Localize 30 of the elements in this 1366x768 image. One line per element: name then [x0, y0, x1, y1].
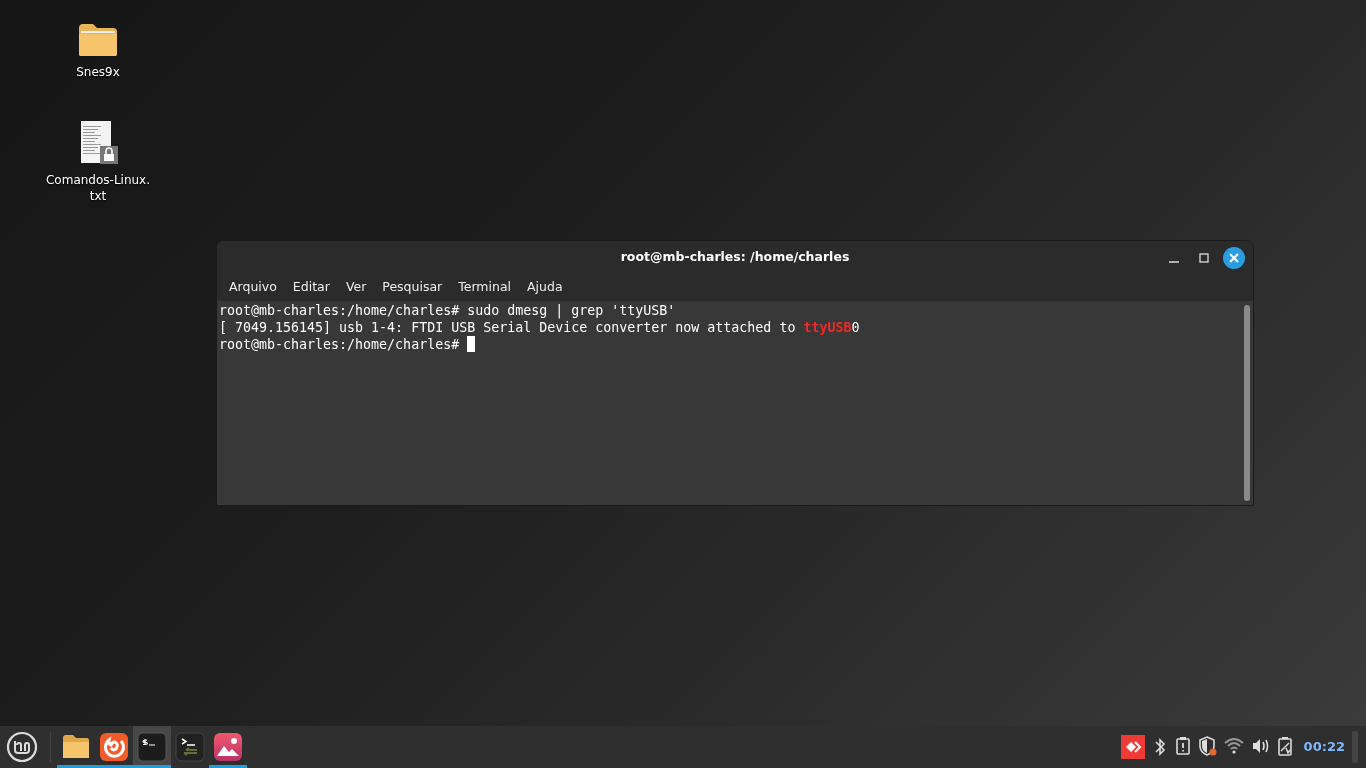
terminal-line: root@mb-charles:/home/charles# sudo dmesg | grep 'ttyUSB'	[219, 303, 676, 318]
terminal-arrows-icon	[175, 732, 205, 762]
tray-button[interactable]	[1276, 735, 1293, 759]
maximize-icon	[1198, 252, 1210, 264]
remote-desktop-icon	[1120, 735, 1145, 759]
shield-icon	[1197, 735, 1217, 759]
terminal-line: root@mb-charles:/home/charles#	[219, 337, 461, 352]
menu-item[interactable]: Ver	[337, 275, 375, 299]
tray-button[interactable]	[1120, 735, 1145, 759]
window-title: root@mb-charles: /home/charles	[620, 247, 850, 266]
battery-charging-icon	[1276, 735, 1293, 759]
tray-button[interactable]	[1197, 735, 1217, 759]
menu-item[interactable]: Ajuda	[519, 275, 571, 299]
terminal-line: [ 7049.156145] usb 1-4: FTDI USB Serial Device converter now attached to ttyUSB0	[219, 320, 860, 335]
menu-item[interactable]: Editar	[284, 275, 338, 299]
menu-item[interactable]: Arquivo	[221, 275, 285, 299]
menu-item[interactable]: Terminal	[450, 275, 520, 299]
clock[interactable]: 00:22	[1303, 737, 1345, 757]
folder-icon	[77, 22, 119, 58]
scrollbar[interactable]	[1244, 305, 1250, 501]
mint-logo-icon	[6, 731, 38, 763]
menu-item[interactable]: Pesquisar	[374, 275, 451, 299]
minimize-icon	[1169, 261, 1179, 263]
close-icon	[1229, 253, 1239, 263]
desktop-icon-label[interactable]: Comandos-Linux. txt	[45, 172, 151, 204]
close-button[interactable]	[1223, 247, 1245, 269]
terminal-icon	[137, 732, 167, 762]
image-icon	[213, 732, 243, 762]
desktop-icon-label[interactable]: Snes9x	[76, 64, 120, 80]
taskbar-app-button[interactable]	[133, 726, 171, 768]
